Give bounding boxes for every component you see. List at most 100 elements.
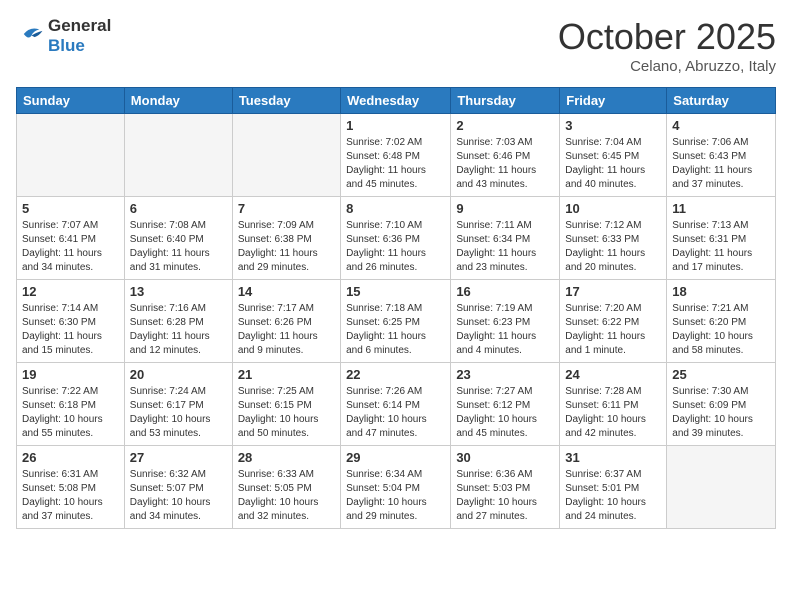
logo: General Blue <box>16 16 111 56</box>
day-info: Sunrise: 7:19 AM Sunset: 6:23 PM Dayligh… <box>456 302 554 358</box>
day-info: Sunrise: 7:16 AM Sunset: 6:28 PM Dayligh… <box>130 302 227 358</box>
day-info: Sunrise: 7:27 AM Sunset: 6:12 PM Dayligh… <box>456 385 554 441</box>
calendar-cell: 9 Sunrise: 7:11 AM Sunset: 6:34 PM Daylig… <box>451 197 560 280</box>
calendar-cell: 27 Sunrise: 6:32 AM Sunset: 5:07 PM Dayli… <box>124 446 232 529</box>
day-number: 27 <box>130 450 227 465</box>
calendar-cell <box>124 114 232 197</box>
calendar-cell <box>17 114 125 197</box>
weekday-header: Wednesday <box>341 88 451 114</box>
calendar-cell: 4 Sunrise: 7:06 AM Sunset: 6:43 PM Daylig… <box>667 114 776 197</box>
day-number: 30 <box>456 450 554 465</box>
month-title: October 2025 <box>558 16 776 58</box>
day-info: Sunrise: 7:22 AM Sunset: 6:18 PM Dayligh… <box>22 385 119 441</box>
calendar-cell <box>667 446 776 529</box>
day-number: 29 <box>346 450 445 465</box>
location: Celano, Abruzzo, Italy <box>558 58 776 75</box>
calendar-cell: 26 Sunrise: 6:31 AM Sunset: 5:08 PM Dayli… <box>17 446 125 529</box>
day-info: Sunrise: 7:17 AM Sunset: 6:26 PM Dayligh… <box>238 302 335 358</box>
calendar-cell: 17 Sunrise: 7:20 AM Sunset: 6:22 PM Dayli… <box>560 280 667 363</box>
calendar-week-row: 26 Sunrise: 6:31 AM Sunset: 5:08 PM Dayli… <box>17 446 776 529</box>
weekday-header: Monday <box>124 88 232 114</box>
calendar-cell: 31 Sunrise: 6:37 AM Sunset: 5:01 PM Dayli… <box>560 446 667 529</box>
weekday-header: Saturday <box>667 88 776 114</box>
day-number: 22 <box>346 367 445 382</box>
day-info: Sunrise: 7:09 AM Sunset: 6:38 PM Dayligh… <box>238 219 335 275</box>
day-number: 9 <box>456 201 554 216</box>
day-number: 6 <box>130 201 227 216</box>
day-info: Sunrise: 7:28 AM Sunset: 6:11 PM Dayligh… <box>565 385 661 441</box>
weekday-header: Thursday <box>451 88 560 114</box>
day-number: 15 <box>346 284 445 299</box>
day-number: 2 <box>456 118 554 133</box>
day-number: 18 <box>672 284 770 299</box>
title-block: October 2025 Celano, Abruzzo, Italy <box>558 16 776 75</box>
calendar-cell: 15 Sunrise: 7:18 AM Sunset: 6:25 PM Dayli… <box>341 280 451 363</box>
day-info: Sunrise: 6:37 AM Sunset: 5:01 PM Dayligh… <box>565 468 661 524</box>
calendar-cell: 23 Sunrise: 7:27 AM Sunset: 6:12 PM Dayli… <box>451 363 560 446</box>
day-number: 16 <box>456 284 554 299</box>
day-number: 17 <box>565 284 661 299</box>
calendar-cell: 12Sunrise: 7:14 AM Sunset: 6:30 PM Dayli… <box>17 280 125 363</box>
day-number: 19 <box>22 367 119 382</box>
day-number: 10 <box>565 201 661 216</box>
day-info: Sunrise: 7:13 AM Sunset: 6:31 PM Dayligh… <box>672 219 770 275</box>
day-number: 3 <box>565 118 661 133</box>
calendar-week-row: 19 Sunrise: 7:22 AM Sunset: 6:18 PM Dayli… <box>17 363 776 446</box>
weekday-header: Friday <box>560 88 667 114</box>
calendar-cell: 29Sunrise: 6:34 AM Sunset: 5:04 PM Dayli… <box>341 446 451 529</box>
day-info: Sunrise: 7:11 AM Sunset: 6:34 PM Dayligh… <box>456 219 554 275</box>
day-number: 25 <box>672 367 770 382</box>
calendar-cell: 22Sunrise: 7:26 AM Sunset: 6:14 PM Dayli… <box>341 363 451 446</box>
day-number: 7 <box>238 201 335 216</box>
day-number: 26 <box>22 450 119 465</box>
calendar-cell: 24Sunrise: 7:28 AM Sunset: 6:11 PM Dayli… <box>560 363 667 446</box>
day-number: 1 <box>346 118 445 133</box>
day-info: Sunrise: 7:24 AM Sunset: 6:17 PM Dayligh… <box>130 385 227 441</box>
calendar-cell: 5 Sunrise: 7:07 AM Sunset: 6:41 PM Daylig… <box>17 197 125 280</box>
day-info: Sunrise: 7:18 AM Sunset: 6:25 PM Dayligh… <box>346 302 445 358</box>
day-info: Sunrise: 7:08 AM Sunset: 6:40 PM Dayligh… <box>130 219 227 275</box>
day-info: Sunrise: 6:32 AM Sunset: 5:07 PM Dayligh… <box>130 468 227 524</box>
calendar-cell: 7 Sunrise: 7:09 AM Sunset: 6:38 PM Daylig… <box>232 197 340 280</box>
day-info: Sunrise: 7:04 AM Sunset: 6:45 PM Dayligh… <box>565 136 661 192</box>
calendar-cell <box>232 114 340 197</box>
day-number: 5 <box>22 201 119 216</box>
day-number: 14 <box>238 284 335 299</box>
day-info: Sunrise: 7:21 AM Sunset: 6:20 PM Dayligh… <box>672 302 770 358</box>
day-number: 11 <box>672 201 770 216</box>
calendar-cell: 25 Sunrise: 7:30 AM Sunset: 6:09 PM Dayli… <box>667 363 776 446</box>
calendar-table: SundayMondayTuesdayWednesdayThursdayFrid… <box>16 87 776 529</box>
day-number: 31 <box>565 450 661 465</box>
day-info: Sunrise: 7:06 AM Sunset: 6:43 PM Dayligh… <box>672 136 770 192</box>
day-info: Sunrise: 6:33 AM Sunset: 5:05 PM Dayligh… <box>238 468 335 524</box>
bird-icon <box>16 23 44 45</box>
day-number: 20 <box>130 367 227 382</box>
calendar-cell: 8Sunrise: 7:10 AM Sunset: 6:36 PM Daylig… <box>341 197 451 280</box>
page-header: General Blue October 2025 Celano, Abruzz… <box>16 16 776 75</box>
calendar-cell: 18 Sunrise: 7:21 AM Sunset: 6:20 PM Dayli… <box>667 280 776 363</box>
day-info: Sunrise: 7:07 AM Sunset: 6:41 PM Dayligh… <box>22 219 119 275</box>
day-info: Sunrise: 7:02 AM Sunset: 6:48 PM Dayligh… <box>346 136 445 192</box>
calendar-cell: 20 Sunrise: 7:24 AM Sunset: 6:17 PM Dayli… <box>124 363 232 446</box>
day-info: Sunrise: 7:30 AM Sunset: 6:09 PM Dayligh… <box>672 385 770 441</box>
calendar-cell: 2 Sunrise: 7:03 AM Sunset: 6:46 PM Daylig… <box>451 114 560 197</box>
logo-general: General <box>48 16 111 35</box>
calendar-cell: 30Sunrise: 6:36 AM Sunset: 5:03 PM Dayli… <box>451 446 560 529</box>
day-number: 28 <box>238 450 335 465</box>
calendar-cell: 16 Sunrise: 7:19 AM Sunset: 6:23 PM Dayli… <box>451 280 560 363</box>
day-number: 4 <box>672 118 770 133</box>
weekday-header: Sunday <box>17 88 125 114</box>
calendar-cell: 19 Sunrise: 7:22 AM Sunset: 6:18 PM Dayli… <box>17 363 125 446</box>
calendar-week-row: 1 Sunrise: 7:02 AM Sunset: 6:48 PM Daylig… <box>17 114 776 197</box>
calendar-cell: 14 Sunrise: 7:17 AM Sunset: 6:26 PM Dayli… <box>232 280 340 363</box>
logo-blue: Blue <box>48 36 85 55</box>
day-info: Sunrise: 7:03 AM Sunset: 6:46 PM Dayligh… <box>456 136 554 192</box>
calendar-week-row: 12Sunrise: 7:14 AM Sunset: 6:30 PM Dayli… <box>17 280 776 363</box>
day-info: Sunrise: 7:20 AM Sunset: 6:22 PM Dayligh… <box>565 302 661 358</box>
calendar-cell: 1 Sunrise: 7:02 AM Sunset: 6:48 PM Daylig… <box>341 114 451 197</box>
day-number: 8 <box>346 201 445 216</box>
calendar-cell: 11 Sunrise: 7:13 AM Sunset: 6:31 PM Dayli… <box>667 197 776 280</box>
day-number: 12 <box>22 284 119 299</box>
day-number: 23 <box>456 367 554 382</box>
day-info: Sunrise: 6:31 AM Sunset: 5:08 PM Dayligh… <box>22 468 119 524</box>
